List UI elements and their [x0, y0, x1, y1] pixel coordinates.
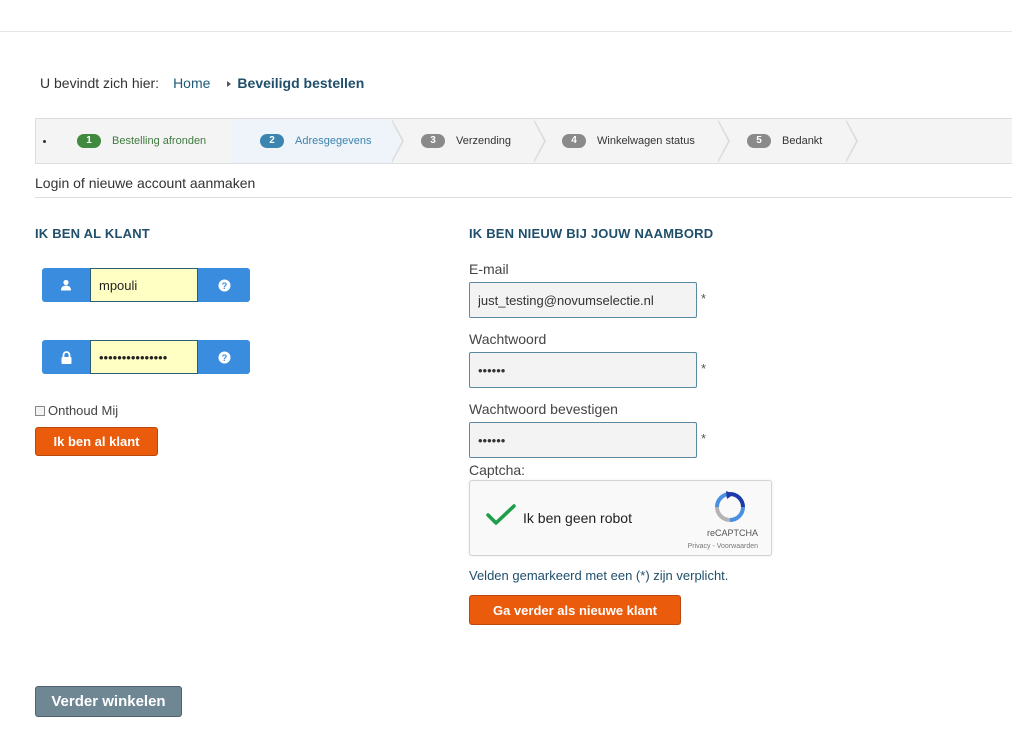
step-number-badge: 2 [260, 134, 284, 148]
new-customer-button[interactable]: Ga verder als nieuwe klant [469, 595, 681, 625]
step-label: Bedankt [782, 135, 823, 147]
recaptcha-terms-link[interactable]: Privacy - Voorwaarden [688, 543, 758, 550]
step-label: Winkelwagen status [597, 135, 695, 147]
breadcrumb-current: Beveiligd bestellen [237, 75, 365, 91]
breadcrumb-arrow-icon [227, 81, 232, 87]
existing-customer-heading: IK BEN AL KLANT [35, 226, 150, 241]
password-help-icon[interactable]: ? [198, 340, 250, 374]
step-number-badge: 1 [77, 134, 101, 148]
recaptcha-brand: reCAPTCHA [706, 528, 758, 538]
captcha-text: Ik ben geen robot [523, 510, 632, 526]
checkmark-icon[interactable] [486, 503, 516, 532]
remember-me-checkbox[interactable] [35, 405, 45, 416]
step-chevron-icon [845, 119, 858, 163]
user-icon [42, 268, 90, 302]
step-label: Bestelling afronden [112, 135, 207, 147]
step-4[interactable]: 4 Winkelwagen status [534, 119, 730, 163]
recaptcha-widget: Ik ben geen robot reCAPTCHA Privacy - Vo… [469, 480, 772, 556]
password-group: ? [42, 340, 250, 374]
password-input[interactable] [90, 340, 198, 374]
step-5[interactable]: 5 Bedankt [718, 119, 858, 163]
top-divider [0, 31, 1012, 32]
remember-me[interactable]: Onthoud Mij [35, 403, 118, 418]
required-note: Velden gemarkeerd met een (*) zijn verpl… [469, 568, 729, 583]
checkout-steps: 1 Bestelling afronden 2 Adresgegevens 3 … [35, 118, 1012, 164]
step-label: Verzending [456, 135, 512, 147]
breadcrumb-prefix: U bevindt zich hier: [40, 75, 160, 91]
username-input[interactable] [90, 268, 198, 302]
section-divider [35, 197, 1012, 198]
breadcrumb-home-link[interactable]: Home [173, 75, 210, 91]
username-group: ? [42, 268, 250, 302]
step-number-badge: 5 [747, 134, 771, 148]
lock-icon [42, 340, 90, 374]
step-label: Adresgegevens [295, 135, 372, 147]
step-number-badge: 4 [562, 134, 586, 148]
step-number-badge: 3 [421, 134, 445, 148]
password-label: Wachtwoord [469, 331, 547, 347]
username-help-icon[interactable]: ? [198, 268, 250, 302]
confirm-password-field[interactable] [469, 422, 697, 458]
remember-me-label: Onthoud Mij [48, 403, 119, 418]
section-title: Login of nieuwe account aanmaken [35, 175, 256, 191]
new-password-field[interactable] [469, 352, 697, 388]
new-customer-heading: IK BEN NIEUW BIJ JOUW NAAMBORD [469, 226, 714, 241]
continue-shopping-button[interactable]: Verder winkelen [35, 686, 182, 717]
existing-customer-button[interactable]: Ik ben al klant [35, 427, 158, 456]
step-1[interactable]: 1 Bestelling afronden [56, 119, 244, 163]
svg-text:?: ? [221, 352, 227, 362]
email-label: E-mail [469, 261, 509, 277]
email-required-mark: * [701, 291, 707, 306]
captcha-label: Captcha: [469, 462, 526, 478]
step-2[interactable]: 2 Adresgegevens [232, 119, 404, 163]
email-field[interactable] [469, 282, 697, 318]
password-required-mark: * [701, 361, 707, 376]
confirm-password-label: Wachtwoord bevestigen [469, 401, 618, 417]
steps-bullet-icon [43, 140, 46, 143]
step-3[interactable]: 3 Verzending [392, 119, 546, 163]
recaptcha-logo-icon [713, 490, 747, 529]
breadcrumb: U bevindt zich hier: Home Beveiligd best… [40, 75, 364, 91]
confirm-required-mark: * [701, 431, 707, 446]
svg-text:?: ? [221, 280, 227, 290]
